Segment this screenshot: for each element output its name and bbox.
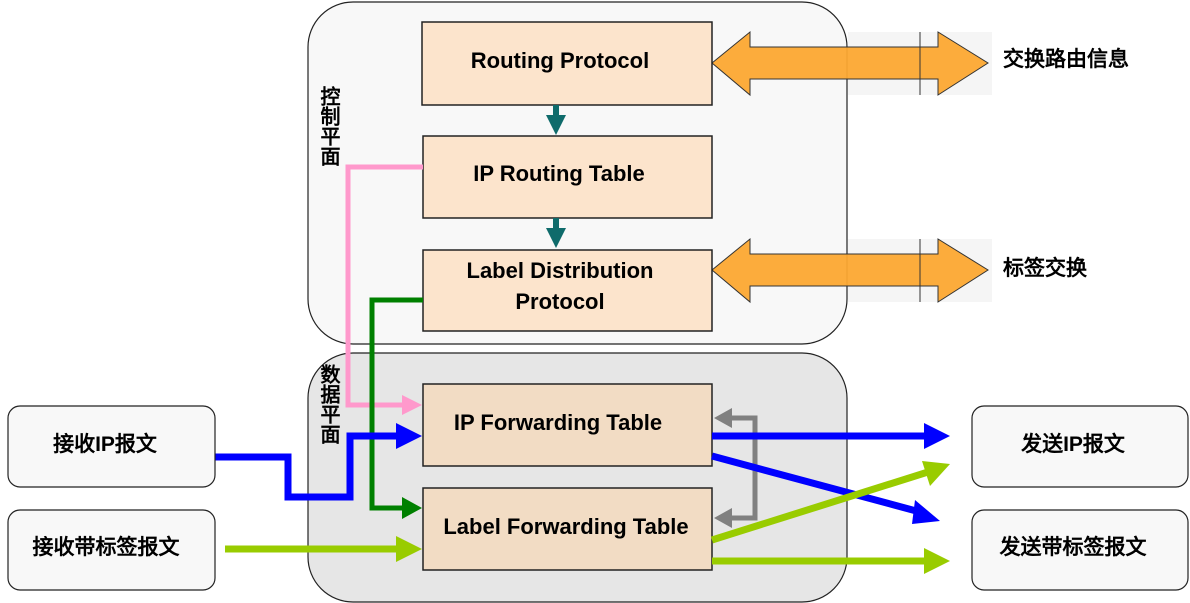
send-ip-packet-label: 发送IP报文 bbox=[1020, 432, 1126, 456]
data-plane-label: 数据平面 bbox=[317, 363, 340, 444]
blue-arrowhead bbox=[912, 500, 940, 524]
label-forwarding-table-label: Label Forwarding Table bbox=[443, 514, 688, 539]
label-exchange-label: 标签交换 bbox=[1003, 256, 1088, 280]
ip-forwarding-table-label: IP Forwarding Table bbox=[454, 410, 662, 435]
control-plane-label: 控制平面 bbox=[317, 85, 340, 166]
routing-info-exchange-label: 交换路由信息 bbox=[1003, 47, 1129, 71]
lime-arrowhead bbox=[922, 461, 950, 486]
ldp-label-line2: Protocol bbox=[515, 289, 604, 314]
receive-ip-packet-label: 接收IP报文 bbox=[53, 432, 158, 456]
blue-arrowhead bbox=[924, 423, 950, 449]
ip-routing-table-label: IP Routing Table bbox=[473, 161, 645, 186]
ldp-label-line1: Label Distribution bbox=[467, 258, 654, 283]
send-labeled-packet-label: 发送带标签报文 bbox=[999, 535, 1148, 559]
mpls-architecture-diagram: 控制平面 数据平面 交换路由信息 标签交换 Routing Protocol I… bbox=[7, 1, 1189, 603]
receive-labeled-packet-label: 接收带标签报文 bbox=[33, 535, 181, 559]
lime-arrowhead bbox=[924, 548, 950, 574]
routing-protocol-label: Routing Protocol bbox=[471, 48, 649, 73]
